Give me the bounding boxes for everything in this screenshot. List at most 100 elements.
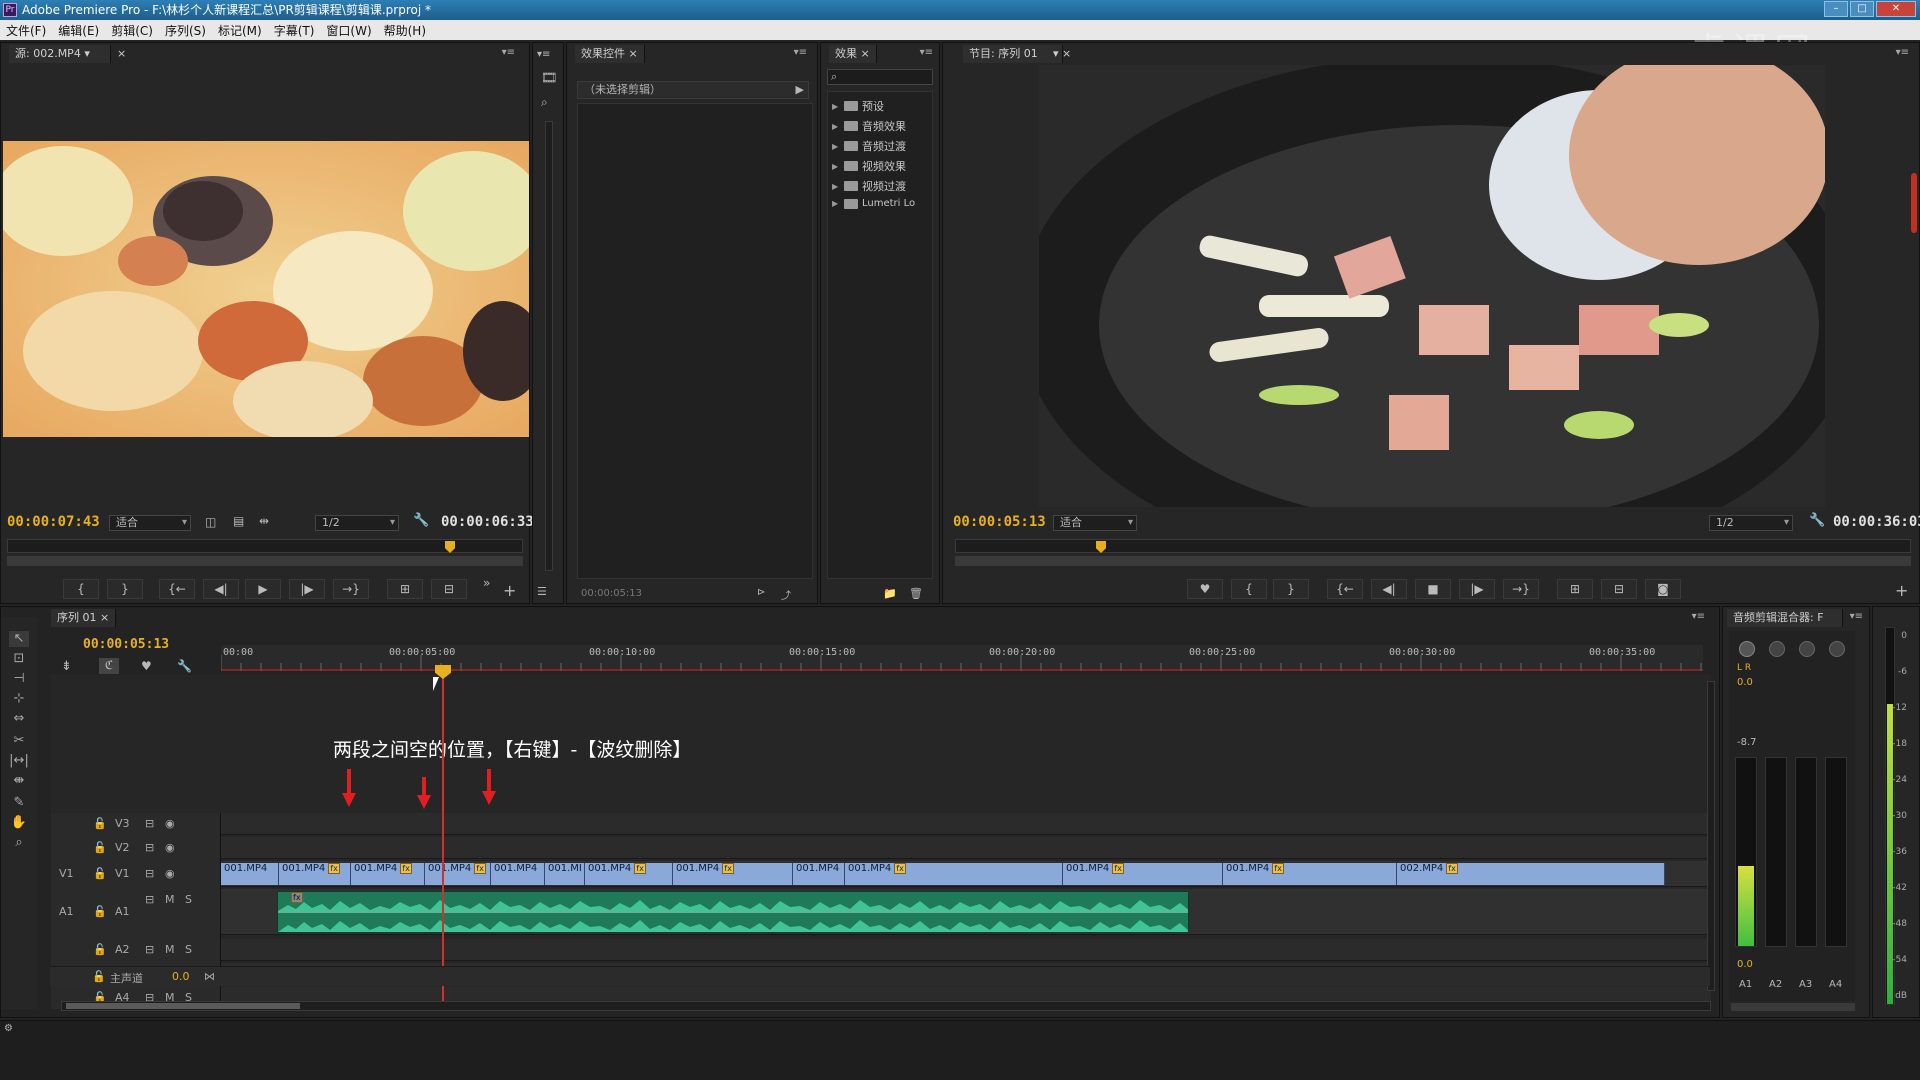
toggle-sync-icon[interactable]: ⊟: [145, 943, 154, 956]
tab-effect-controls[interactable]: 效果控件 ×: [575, 45, 645, 63]
ripple-edit-tool-icon[interactable]: ⊣: [9, 671, 29, 687]
pan-knob-a3[interactable]: [1799, 641, 1815, 657]
tab-source[interactable]: 源: 002.MP4 ▾: [9, 45, 111, 63]
step-back-button[interactable]: ◀|: [1371, 579, 1407, 599]
toggle-sync-icon[interactable]: ⊟: [145, 893, 154, 906]
panel-menu-icon[interactable]: ▾≡: [502, 47, 515, 58]
tree-item-lumetri[interactable]: ▶ Lumetri Lo: [832, 198, 915, 209]
pan-knob-a1[interactable]: [1739, 641, 1755, 657]
add-marker-icon[interactable]: ♥: [141, 659, 152, 673]
lift-button[interactable]: ⊞: [1557, 579, 1593, 599]
source-current-timecode[interactable]: 00:00:07:43: [7, 514, 100, 530]
filter-icon[interactable]: ⊳: [757, 587, 765, 598]
video-clip[interactable]: 001.MP4 fx: [1223, 863, 1397, 885]
program-zoom-bar[interactable]: [955, 556, 1911, 566]
audio-clip[interactable]: fx: [277, 891, 1189, 933]
delete-icon[interactable]: 🗑: [909, 587, 923, 600]
pan-value-a1[interactable]: 0.0: [1737, 677, 1753, 688]
track-select-tool-icon[interactable]: ⊡: [9, 651, 29, 667]
source-patch-a1[interactable]: A1: [59, 905, 74, 918]
video-clip[interactable]: 001.MP4 fx: [279, 863, 351, 885]
expand-arrow-icon[interactable]: ▶: [796, 82, 804, 98]
panel-menu-icon[interactable]: ▾≡: [1850, 611, 1863, 622]
scrollbar-thumb[interactable]: [66, 1003, 300, 1009]
safe-margins-icon[interactable]: ◫: [205, 515, 216, 529]
video-clip[interactable]: 001.MP4 fx: [585, 863, 673, 885]
mute-button[interactable]: M: [165, 943, 175, 956]
search-icon[interactable]: ⌕: [541, 95, 548, 110]
lock-icon[interactable]: 🔓: [93, 905, 107, 918]
go-to-in-button[interactable]: {←: [1327, 579, 1363, 599]
pan-knob-a4[interactable]: [1829, 641, 1845, 657]
mute-button[interactable]: M: [165, 893, 175, 906]
linked-selection-icon[interactable]: ℭ: [99, 658, 119, 674]
timeline-settings-wrench-icon[interactable]: 🔧: [177, 659, 192, 673]
video-clip[interactable]: 001.MP4 fx: [1063, 863, 1223, 885]
go-to-out-button[interactable]: →}: [333, 579, 369, 599]
panel-menu-icon[interactable]: ▾≡: [794, 47, 807, 58]
sequence-dropdown-icon[interactable]: ▾ ×: [1047, 45, 1077, 63]
rolling-edit-tool-icon[interactable]: ⊹: [9, 691, 29, 707]
panel-menu-icon[interactable]: ▾≡: [920, 47, 933, 58]
master-toggle-icon[interactable]: ⋈: [204, 970, 215, 983]
eye-icon[interactable]: ◉: [165, 867, 175, 880]
lock-icon[interactable]: 🔓: [93, 867, 107, 880]
tree-item-video-transitions[interactable]: ▶ 视频过渡: [832, 178, 906, 194]
rate-stretch-tool-icon[interactable]: ⇔: [9, 711, 29, 727]
maximize-button[interactable]: □: [1850, 1, 1874, 17]
export-icon[interactable]: ⤴: [781, 587, 791, 602]
export-frame-button[interactable]: ◙: [1645, 579, 1681, 599]
slip-tool-icon[interactable]: |↔|: [9, 753, 29, 769]
eye-icon[interactable]: ◉: [165, 841, 175, 854]
program-current-timecode[interactable]: 00:00:05:13: [953, 514, 1046, 530]
new-bin-icon[interactable]: 📁: [883, 587, 897, 600]
tab-audio-mixer[interactable]: 音频剪辑混合器: F: [1727, 609, 1843, 627]
vertical-scrollbar[interactable]: [545, 121, 553, 571]
settings-wrench-icon[interactable]: 🔧: [1809, 513, 1825, 528]
video-clip[interactable]: 001.MP4 fx: [673, 863, 793, 885]
video-clip[interactable]: 001.MP4: [221, 863, 279, 885]
add-marker-button[interactable]: ♥: [1187, 579, 1223, 599]
program-scrollbar[interactable]: [1911, 173, 1917, 233]
track-label-v1[interactable]: V1: [115, 867, 130, 880]
menu-window[interactable]: 窗口(W): [326, 22, 371, 39]
video-clip[interactable]: 001.MP4: [491, 863, 545, 885]
panel-menu-icon[interactable]: ▾≡: [1896, 47, 1909, 58]
video-clip[interactable]: 001.MI: [545, 863, 585, 885]
panel-menu-icon[interactable]: ▾≡: [537, 49, 550, 60]
close-button[interactable]: ✕: [1876, 1, 1916, 17]
lock-icon[interactable]: 🔓: [92, 970, 106, 983]
track-label-v2[interactable]: V2: [115, 841, 130, 854]
toggle-sync-icon[interactable]: ⊟: [145, 817, 154, 830]
more-buttons-icon[interactable]: »: [483, 576, 490, 590]
overwrite-button[interactable]: ⊟: [431, 579, 467, 599]
timeline-timecode[interactable]: 00:00:05:13: [83, 637, 169, 652]
zoom-tool-icon[interactable]: ⌕: [9, 835, 29, 851]
video-clip[interactable]: 001.MP4 fx: [425, 863, 491, 885]
tab-effects[interactable]: 效果 ×: [829, 45, 877, 63]
lock-icon[interactable]: 🔓: [93, 817, 107, 830]
tree-item-video-effects[interactable]: ▶ 视频效果: [832, 158, 906, 174]
track-label-v3[interactable]: V3: [115, 817, 130, 830]
toggle-sync-icon[interactable]: ⊟: [145, 867, 154, 880]
step-forward-button[interactable]: |▶: [1459, 579, 1495, 599]
timeline-playhead[interactable]: [442, 673, 444, 1011]
panel-menu-icon[interactable]: ▾≡: [1692, 611, 1705, 622]
menu-clip[interactable]: 剪辑(C): [111, 22, 153, 39]
tree-item-audio-effects[interactable]: ▶ 音频效果: [832, 118, 906, 134]
button-editor-icon[interactable]: +: [503, 581, 516, 600]
mark-in-button[interactable]: {: [1231, 579, 1267, 599]
video-clip[interactable]: 002.MP4 fx: [1397, 863, 1665, 885]
tab-close-icon[interactable]: ×: [111, 45, 132, 63]
go-to-out-button[interactable]: →}: [1503, 579, 1539, 599]
source-patch-v1[interactable]: V1: [59, 867, 74, 880]
video-clip[interactable]: 001.MP4 fx: [845, 863, 1063, 885]
settings-wrench-icon[interactable]: 🔧: [413, 513, 429, 528]
button-editor-icon[interactable]: +: [1895, 581, 1908, 600]
step-forward-button[interactable]: |▶: [289, 579, 325, 599]
mark-out-button[interactable]: }: [107, 579, 143, 599]
eye-icon[interactable]: ◉: [165, 817, 175, 830]
lock-icon[interactable]: 🔓: [93, 943, 107, 956]
program-resolution-dropdown[interactable]: 1/2: [1709, 515, 1793, 531]
export-frame-icon[interactable]: ▤: [233, 514, 244, 528]
